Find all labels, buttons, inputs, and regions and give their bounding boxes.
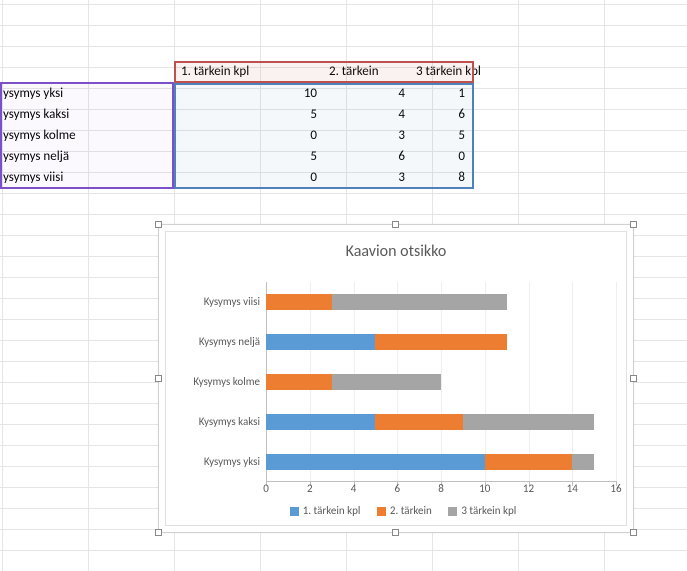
resize-handle[interactable] <box>155 375 162 382</box>
x-tick-label: 2 <box>298 482 322 495</box>
chart-title[interactable]: Kaavion otsikko <box>166 232 626 265</box>
bar-segment[interactable] <box>266 374 332 390</box>
cell[interactable]: 8 <box>413 167 468 188</box>
bar-segment[interactable] <box>375 414 463 430</box>
col-header-1[interactable]: 1. tärkein kpl <box>178 61 260 82</box>
x-tick-label: 0 <box>254 482 278 495</box>
resize-handle[interactable] <box>155 529 162 536</box>
cell[interactable]: 0 <box>413 146 468 167</box>
y-tick-label: Kysymys kaksi <box>166 414 260 430</box>
cell[interactable]: 3 <box>326 167 408 188</box>
cell[interactable]: 4 <box>326 104 408 125</box>
y-tick-label: Kysymys viisi <box>166 294 260 310</box>
legend-swatch-2 <box>377 507 386 516</box>
legend-label-3: 3 tärkein kpl <box>461 504 516 517</box>
resize-handle[interactable] <box>392 221 399 228</box>
x-tick-label: 4 <box>342 482 366 495</box>
cell[interactable]: 4 <box>326 83 408 104</box>
bar-row[interactable]: Kysymys kaksi <box>266 414 616 430</box>
cell[interactable]: 0 <box>176 167 320 188</box>
resize-handle[interactable] <box>630 529 637 536</box>
y-tick-label: Kysymys yksi <box>166 454 260 470</box>
bar-segment[interactable] <box>266 294 332 310</box>
x-tick-label: 10 <box>473 482 497 495</box>
cell[interactable]: 5 <box>413 125 468 146</box>
row-label[interactable]: ysymys kolme <box>0 125 172 146</box>
bar-row[interactable]: Kysymys kolme <box>266 374 616 390</box>
cell[interactable]: 0 <box>176 125 320 146</box>
chart-area[interactable]: Kaavion otsikko Kysymys yksi Kysymys kaks… <box>165 231 627 526</box>
bar-segment[interactable] <box>266 414 375 430</box>
cell[interactable]: 3 <box>326 125 408 146</box>
legend-swatch-1 <box>290 507 299 516</box>
legend-label-1: 1. tärkein kpl <box>303 504 361 517</box>
x-tick-label: 8 <box>429 482 453 495</box>
bar-segment[interactable] <box>375 334 506 350</box>
legend-label-2: 2. tärkein <box>390 504 432 517</box>
cell[interactable]: 6 <box>413 104 468 125</box>
cell[interactable]: 5 <box>176 146 320 167</box>
resize-handle[interactable] <box>630 221 637 228</box>
x-tick-label: 12 <box>517 482 541 495</box>
bar-row[interactable]: Kysymys yksi <box>266 454 616 470</box>
bar-segment[interactable] <box>572 454 594 470</box>
row-label[interactable]: ysymys neljä <box>0 146 172 167</box>
resize-handle[interactable] <box>392 529 399 536</box>
cell[interactable]: 6 <box>326 146 408 167</box>
bar-segment[interactable] <box>463 414 594 430</box>
y-tick-label: Kysymys neljä <box>166 334 260 350</box>
bar-row[interactable]: Kysymys viisi <box>266 294 616 310</box>
row-label[interactable]: ysymys yksi <box>0 83 172 104</box>
x-tick-label: 16 <box>604 482 628 495</box>
row-label[interactable]: ysymys viisi <box>0 167 172 188</box>
cell[interactable]: 1 <box>413 83 468 104</box>
x-axis-labels: 0246810121416 <box>266 482 616 498</box>
resize-handle[interactable] <box>630 375 637 382</box>
bar-segment[interactable] <box>266 334 375 350</box>
plot-area[interactable]: Kysymys yksi Kysymys kaksi Kysymys kolme Ky… <box>266 282 616 482</box>
row-label[interactable]: ysymys kaksi <box>0 104 172 125</box>
x-tick-label: 14 <box>560 482 584 495</box>
bar-segment[interactable] <box>332 294 507 310</box>
cell[interactable]: 5 <box>176 104 320 125</box>
y-tick-label: Kysymys kolme <box>166 374 260 390</box>
bar-segment[interactable] <box>266 454 485 470</box>
x-tick-label: 6 <box>385 482 409 495</box>
cell[interactable]: 10 <box>176 83 320 104</box>
chart-legend[interactable]: 1. tärkein kpl 2. tärkein 3 tärkein kpl <box>166 504 626 517</box>
col-header-3[interactable]: 3 tärkein kpl <box>413 61 495 82</box>
legend-swatch-3 <box>448 507 457 516</box>
bar-segment[interactable] <box>332 374 441 390</box>
gridline <box>616 282 617 482</box>
bar-segment[interactable] <box>485 454 573 470</box>
col-header-2[interactable]: 2. tärkein <box>326 61 408 82</box>
chart-object[interactable]: Kaavion otsikko Kysymys yksi Kysymys kaks… <box>158 224 634 533</box>
bar-row[interactable]: Kysymys neljä <box>266 334 616 350</box>
resize-handle[interactable] <box>155 221 162 228</box>
